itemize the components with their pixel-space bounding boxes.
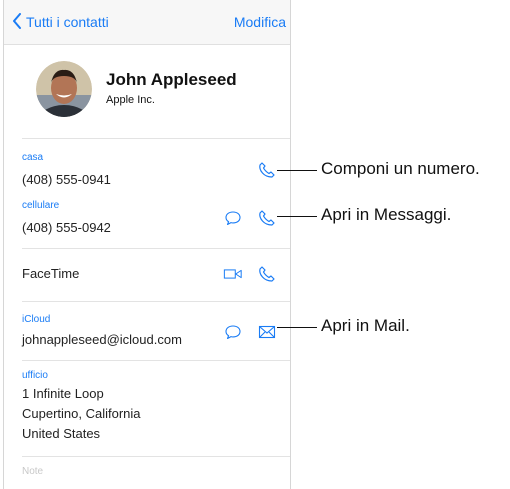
field-label-icloud: iCloud — [22, 314, 51, 325]
edit-button[interactable]: Modifica — [234, 0, 286, 44]
navigation-bar: Tutti i contatti Modifica — [4, 0, 290, 45]
field-value-home: (408) 555-0941 — [22, 172, 111, 187]
email-row-icloud[interactable]: iCloud johnappleseed@icloud.com — [22, 312, 290, 356]
notes-field[interactable]: Note — [22, 466, 290, 486]
back-button[interactable]: Tutti i contatti — [12, 0, 109, 44]
field-label-mobile: cellulare — [22, 200, 60, 211]
field-value-mobile: (408) 555-0942 — [22, 220, 111, 235]
field-label-work: ufficio — [22, 370, 48, 381]
contact-name: John Appleseed — [106, 70, 237, 89]
divider — [22, 138, 290, 139]
divider — [22, 456, 290, 457]
divider — [22, 248, 290, 249]
chevron-left-icon — [12, 12, 26, 32]
address-line: United States — [22, 426, 101, 441]
divider — [22, 360, 290, 361]
avatar — [36, 61, 92, 117]
callout-call: Componi un numero. — [321, 159, 480, 178]
back-button-label: Tutti i contatti — [26, 14, 109, 30]
callout-leader-call — [277, 170, 317, 171]
contact-header: John Appleseed Apple Inc. — [4, 55, 290, 125]
field-value-icloud: johnappleseed@icloud.com — [22, 332, 182, 347]
address-line: 1 Infinite Loop — [22, 386, 104, 401]
message-bubble-icon[interactable] — [223, 208, 243, 228]
phone-row-home[interactable]: casa (408) 555-0941 — [22, 150, 290, 194]
phone-row-mobile[interactable]: cellulare (408) 555-0942 — [22, 198, 290, 242]
contact-company: Apple Inc. — [106, 94, 155, 106]
contact-card-screen: Tutti i contatti Modifica John Appleseed — [3, 0, 291, 489]
message-bubble-icon[interactable] — [223, 322, 243, 342]
facetime-label: FaceTime — [22, 266, 80, 281]
address-line: Cupertino, California — [22, 406, 141, 421]
video-camera-icon[interactable] — [223, 264, 243, 284]
envelope-icon[interactable] — [257, 322, 277, 342]
phone-icon[interactable] — [257, 208, 277, 228]
callout-message: Apri in Messaggi. — [321, 205, 452, 224]
phone-icon[interactable] — [257, 160, 277, 180]
field-label-home: casa — [22, 152, 44, 163]
callout-leader-message — [277, 216, 317, 217]
facetime-row[interactable]: FaceTime — [22, 250, 290, 298]
notes-placeholder: Note — [22, 466, 44, 477]
divider — [22, 301, 290, 302]
phone-icon[interactable] — [257, 264, 277, 284]
field-value-work-address: 1 Infinite Loop Cupertino, California Un… — [22, 384, 141, 444]
address-row-work[interactable]: ufficio 1 Infinite Loop Cupertino, Calif… — [22, 368, 290, 450]
callout-mail: Apri in Mail. — [321, 316, 410, 335]
callout-leader-mail — [277, 327, 317, 328]
